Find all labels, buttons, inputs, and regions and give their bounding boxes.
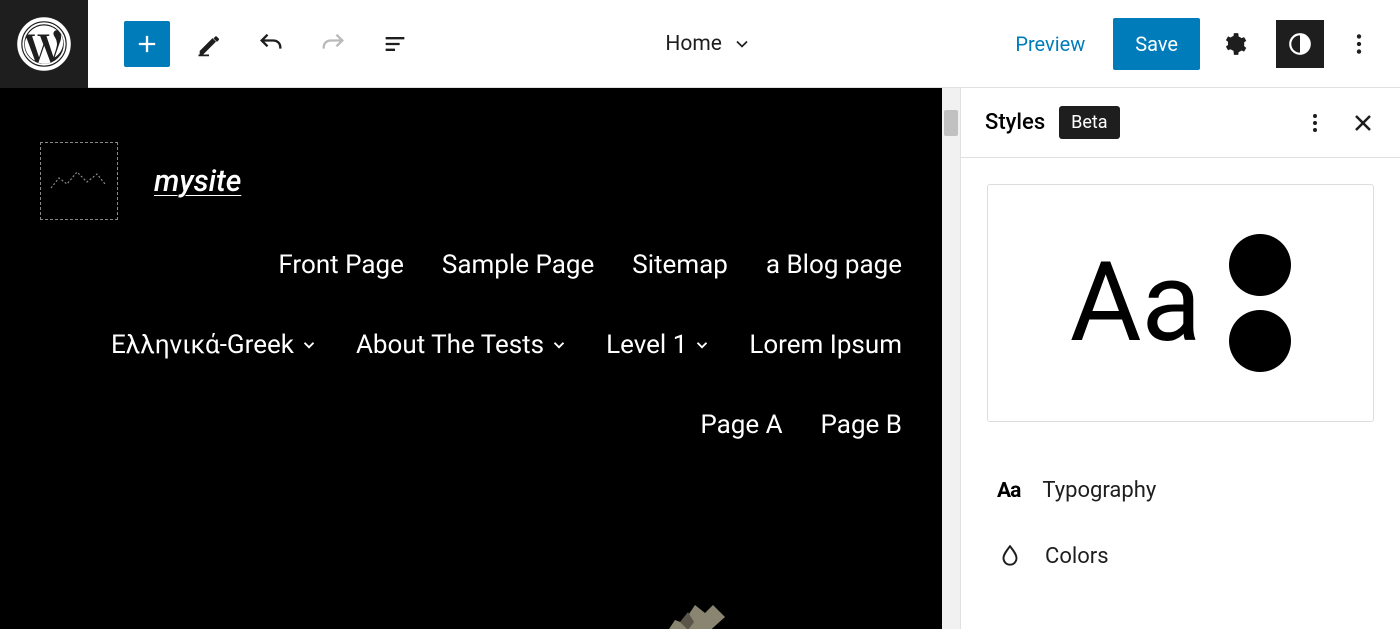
nav-item[interactable]: Page A — [700, 410, 782, 440]
preview-color-swatches — [1229, 234, 1291, 372]
toolbar-left — [88, 21, 418, 67]
more-options-button[interactable] — [1336, 21, 1382, 67]
nav-item[interactable]: Sample Page — [442, 250, 594, 280]
chevron-down-icon — [300, 336, 318, 354]
nav-item[interactable]: Lorem Ipsum — [749, 330, 902, 360]
beta-badge: Beta — [1059, 106, 1119, 139]
settings-button[interactable] — [1212, 21, 1258, 67]
preview-swatch — [1229, 234, 1291, 296]
pencil-icon — [195, 30, 223, 58]
nav-item[interactable]: About The Tests — [356, 330, 568, 360]
sidebar-more-button[interactable] — [1302, 110, 1328, 136]
styles-sidebar: Styles Beta Aa Aa Typography Colors — [960, 88, 1400, 629]
chevron-down-icon — [550, 336, 568, 354]
site-navigation: Front Page Sample Page Sitemap a Blog page Ε… — [0, 250, 942, 440]
canvas-scrollbar[interactable] — [942, 88, 960, 629]
nav-item[interactable]: Page B — [821, 410, 902, 440]
option-label: Typography — [1042, 478, 1156, 503]
close-icon — [1351, 111, 1375, 135]
scrollbar-thumb[interactable] — [944, 110, 958, 136]
list-view-icon — [381, 30, 409, 58]
style-options-list: Aa Typography Colors — [961, 448, 1400, 599]
wordpress-logo-button[interactable] — [0, 0, 88, 88]
site-logo-placeholder[interactable] — [40, 142, 118, 220]
style-preview-card[interactable]: Aa — [987, 184, 1374, 422]
style-option-colors[interactable]: Colors — [961, 523, 1400, 589]
preview-swatch — [1229, 310, 1291, 372]
redo-icon — [319, 30, 347, 58]
nav-item[interactable]: Level 1 — [606, 330, 711, 360]
nav-item[interactable]: a Blog page — [766, 250, 902, 280]
chevron-down-icon — [693, 336, 711, 354]
preview-button[interactable]: Preview — [999, 22, 1101, 66]
nav-row: Front Page Sample Page Sitemap a Blog page — [40, 250, 902, 280]
toolbar-right: Preview Save — [999, 18, 1400, 70]
undo-icon — [257, 30, 285, 58]
sidebar-title: Styles — [985, 110, 1045, 135]
gear-icon — [1222, 31, 1248, 57]
sidebar-close-button[interactable] — [1350, 110, 1376, 136]
site-canvas[interactable]: mysite Front Page Sample Page Sitemap a Blo… — [0, 88, 942, 629]
document-title: Home — [665, 32, 722, 56]
style-option-typography[interactable]: Aa Typography — [961, 458, 1400, 523]
edit-tool-button[interactable] — [186, 21, 232, 67]
bird-image-fragment — [660, 597, 730, 629]
list-view-button[interactable] — [372, 21, 418, 67]
option-label: Colors — [1045, 544, 1109, 569]
nav-item[interactable]: Front Page — [278, 250, 404, 280]
contrast-icon — [1287, 31, 1313, 57]
nav-item[interactable]: Ελληνικά-Greek — [111, 330, 318, 360]
nav-item[interactable]: Sitemap — [632, 250, 728, 280]
preview-typography-sample: Aa — [1070, 248, 1202, 358]
plus-icon — [133, 30, 161, 58]
site-header: mysite — [0, 88, 942, 250]
drop-icon — [997, 543, 1023, 569]
more-vertical-icon — [1346, 31, 1372, 57]
undo-button[interactable] — [248, 21, 294, 67]
nav-row: Ελληνικά-Greek About The Tests Level 1 Lore… — [40, 330, 902, 360]
top-toolbar: Home Preview Save — [0, 0, 1400, 88]
styles-toggle-button[interactable] — [1276, 20, 1324, 68]
site-title[interactable]: mysite — [154, 164, 241, 199]
more-vertical-icon — [1303, 111, 1327, 135]
editor-body: mysite Front Page Sample Page Sitemap a Blo… — [0, 88, 1400, 629]
typography-icon: Aa — [997, 479, 1020, 503]
logo-placeholder-icon — [49, 166, 109, 196]
wordpress-icon — [17, 17, 71, 71]
add-block-button[interactable] — [124, 21, 170, 67]
nav-row: Page A Page B — [40, 410, 902, 440]
save-button[interactable]: Save — [1113, 18, 1200, 70]
redo-button[interactable] — [310, 21, 356, 67]
sidebar-header: Styles Beta — [961, 88, 1400, 158]
document-selector[interactable]: Home — [418, 32, 999, 56]
chevron-down-icon — [732, 34, 752, 54]
canvas-wrapper: mysite Front Page Sample Page Sitemap a Blo… — [0, 88, 960, 629]
